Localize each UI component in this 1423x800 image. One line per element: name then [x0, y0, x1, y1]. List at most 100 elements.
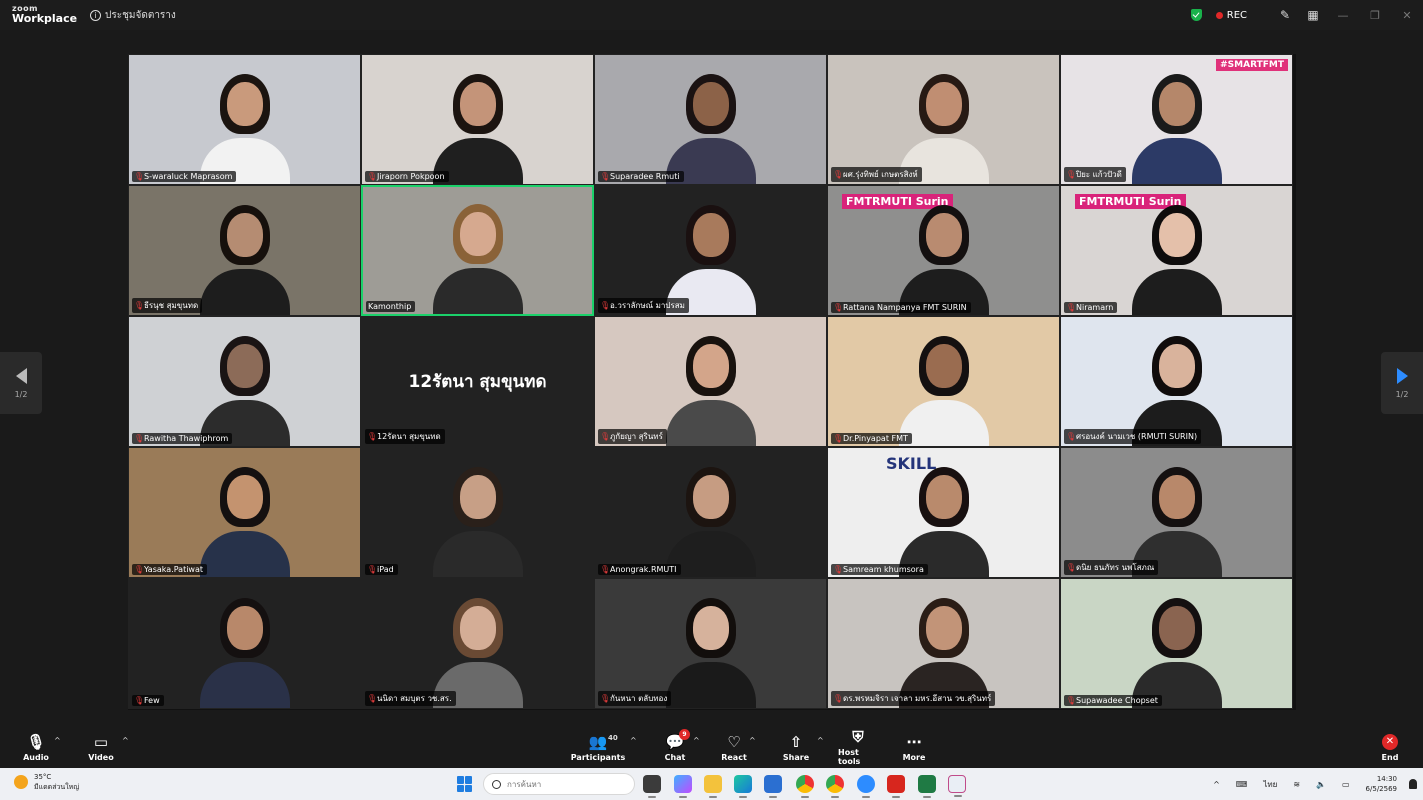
participant-tile[interactable]: 🎙 Few [128, 578, 361, 709]
participant-name: Rawitha Thawiphrom [144, 434, 229, 443]
taskbar-search[interactable] [483, 773, 635, 795]
participant-tile[interactable]: Kamonthip [361, 185, 594, 316]
participant-tile[interactable]: 🎙 ภูกัยญา สุรินทร์ [594, 316, 827, 447]
zoom-logo: zoom Workplace [12, 4, 77, 24]
excel-icon[interactable] [918, 775, 936, 798]
title-bar: zoom Workplace i ประชุมจัดตาราง REC ✎ ▦ … [0, 0, 1423, 30]
language-switch-icon[interactable]: ⌨ [1236, 780, 1248, 789]
clock[interactable]: 14:30 6/5/2569 [1366, 774, 1397, 794]
gallery-view-icon[interactable]: ▦ [1299, 0, 1327, 30]
next-page-button[interactable]: 1/2 [1381, 352, 1423, 414]
participant-name: S-waraluck Maprasom [144, 172, 233, 181]
react-caret-icon[interactable]: ^ [749, 736, 756, 745]
host-tools-button[interactable]: ⛨ Host tools [838, 726, 878, 768]
participant-tile[interactable]: 🎙 กันหนา ตลับทอง [594, 578, 827, 709]
participants-icon: 👥 40 [588, 732, 618, 751]
participant-name: Jiraporn Pokpoon [377, 172, 445, 181]
audio-button[interactable]: 🎙 Audio [23, 726, 49, 768]
copilot-icon[interactable] [674, 775, 692, 798]
participant-tile[interactable]: 🎙 อ.วราลักษณ์ มาปรสม [594, 185, 827, 316]
participant-tile[interactable]: SKILL 🎙 Samream khumsora [827, 447, 1060, 578]
close-icon[interactable]: ✕ [1391, 0, 1423, 30]
participant-tile[interactable]: 🎙 Dr.Pinyapat FMT [827, 316, 1060, 447]
acrobat-icon[interactable] [887, 775, 905, 798]
participant-tile[interactable]: 🎙 ศรอนงค์ นามเวช (RMUTI SURIN) [1060, 316, 1293, 447]
encryption-shield-icon[interactable] [1190, 9, 1202, 21]
recording-indicator[interactable]: REC [1215, 9, 1247, 21]
participant-name: 12รัตนา สุมขุนทด [377, 432, 441, 441]
zoom-app-icon[interactable] [857, 775, 875, 798]
participant-tile[interactable]: #SMARTFMT 🎙 ปิยะ แก้วปัวดี [1060, 54, 1293, 185]
participant-tile[interactable]: 🎙 ดร.พรหมจิรา เจาลา มหร.อีสาน วข.สุรินทร์ [827, 578, 1060, 709]
participant-figure [432, 457, 523, 577]
audio-options-caret-icon[interactable]: ^ [54, 736, 61, 745]
participant-tile[interactable]: 🎙 ผศ.รุ่งทิพย์ เกษตรสิงห์ [827, 54, 1060, 185]
input-language[interactable]: ไทย [1263, 778, 1277, 791]
muted-mic-icon: 🎙 [134, 433, 145, 443]
participants-caret-icon[interactable]: ^ [630, 736, 637, 745]
participant-name-tag: 🎙 อ.วราลักษณ์ มาปรสม [598, 298, 689, 313]
task-view-icon[interactable] [643, 775, 661, 798]
participant-tile[interactable]: 🎙 Rawitha Thawiphrom [128, 316, 361, 447]
more-button[interactable]: ⋯ More [902, 726, 926, 768]
participant-figure [199, 195, 290, 315]
participant-tile[interactable]: 🎙 Jiraporn Pokpoon [361, 54, 594, 185]
participant-tile[interactable]: 🎙 S-waraluck Maprasom [128, 54, 361, 185]
wifi-icon[interactable]: ≋ [1293, 780, 1300, 789]
participant-tile[interactable]: 🎙 ธีรนุช สุมขุนทด [128, 185, 361, 316]
file-explorer-icon[interactable] [704, 775, 722, 798]
rec-label: REC [1226, 9, 1247, 21]
chevron-up-icon[interactable]: ^ [1213, 780, 1220, 789]
meeting-info[interactable]: i ประชุมจัดตาราง [90, 8, 176, 23]
participant-tile[interactable]: FMTRMUTI Surin 🎙 Rattana Nampanya FMT SURI… [827, 185, 1060, 316]
audio-label: Audio [23, 752, 49, 762]
participant-name: อ.วราลักษณ์ มาปรสม [610, 301, 685, 310]
participant-tile[interactable]: 🎙 ดนิย ธนภัทร นพโสภณ [1060, 447, 1293, 578]
participant-tile[interactable]: 🎙 iPad [361, 447, 594, 578]
notification-bell-icon[interactable] [1409, 779, 1417, 789]
annotate-pen-icon[interactable]: ✎ [1271, 0, 1299, 30]
speaker-icon[interactable]: 🔈 [1316, 780, 1326, 789]
participant-name: Anongrak.RMUTI [610, 565, 677, 574]
participant-figure [199, 64, 290, 184]
participant-name-tag: 🎙 Suparadee Rmuti [598, 171, 684, 182]
microsoft-store-icon[interactable] [764, 775, 782, 798]
participant-name-tag: 🎙 Few [132, 695, 164, 706]
end-button[interactable]: ✕ End [1378, 726, 1402, 768]
share-button[interactable]: ⇧ Share [783, 726, 809, 768]
participant-tile[interactable]: 12รัตนา สุมขุนทด 🎙 12รัตนา สุมขุนทด [361, 316, 594, 447]
chrome-icon[interactable] [796, 775, 814, 798]
participant-tile[interactable]: 🎙 Yasaka.Patiwat [128, 447, 361, 578]
muted-mic-icon: 🎙 [833, 302, 844, 312]
participant-tile[interactable]: 🎙 Anongrak.RMUTI [594, 447, 827, 578]
muted-mic-icon: 🎙 [600, 431, 611, 441]
participants-button[interactable]: 👥 40 Participants [571, 726, 625, 768]
chat-label: Chat [664, 752, 686, 762]
participant-display-name: 12รัตนา สุมขุนทด [408, 372, 547, 392]
share-caret-icon[interactable]: ^ [817, 736, 824, 745]
snipping-tool-icon[interactable] [948, 775, 966, 797]
participant-figure [898, 326, 989, 446]
windows-start-icon[interactable] [457, 776, 473, 792]
react-button[interactable]: ♡ React [721, 726, 747, 768]
weather-widget[interactable]: 35°C มีแดดส่วนใหญ่ [14, 772, 79, 792]
minimize-icon[interactable]: — [1327, 0, 1359, 30]
edge-browser-icon[interactable] [734, 775, 752, 798]
maximize-icon[interactable]: ❐ [1359, 0, 1391, 30]
participant-figure [1131, 588, 1222, 708]
participant-tile[interactable]: 🎙 Supawadee Chopset [1060, 578, 1293, 709]
participant-tile[interactable]: FMTRMUTI Surin 🎙 Niramarn [1060, 185, 1293, 316]
previous-page-button[interactable]: 1/2 [0, 352, 42, 414]
battery-icon[interactable]: ▭ [1342, 780, 1350, 789]
chrome-profile-icon[interactable] [826, 775, 844, 798]
info-icon[interactable]: i [90, 10, 101, 21]
search-input[interactable] [507, 779, 617, 789]
participant-tile[interactable]: 🎙 นนิดา สมบุตร วช.สร. [361, 578, 594, 709]
participant-tile[interactable]: 🎙 Suparadee Rmuti [594, 54, 827, 185]
video-button[interactable]: ▭ Video [88, 726, 114, 768]
muted-mic-icon: 🎙 [600, 300, 611, 310]
participant-name-tag: 🎙 ดนิย ธนภัทร นพโสภณ [1064, 560, 1159, 575]
chat-caret-icon[interactable]: ^ [693, 736, 700, 745]
chat-button[interactable]: 💬 9 Chat [664, 726, 690, 768]
video-options-caret-icon[interactable]: ^ [122, 736, 129, 745]
